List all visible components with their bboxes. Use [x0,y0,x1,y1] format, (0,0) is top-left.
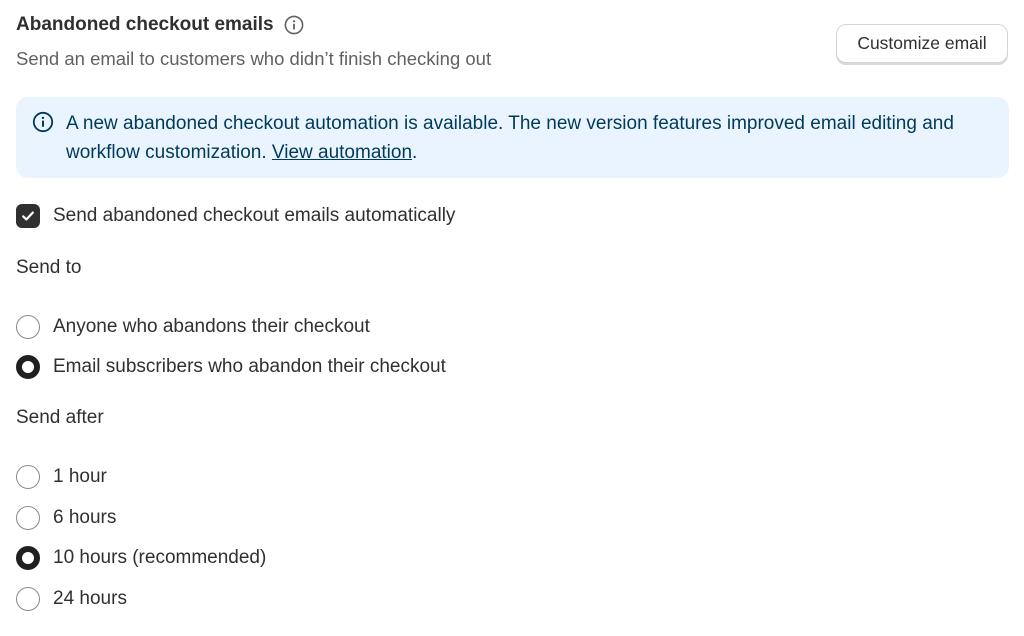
send-after-radio-10-hours[interactable] [16,546,40,570]
info-banner: A new abandoned checkout automation is a… [16,97,1009,178]
info-icon[interactable] [284,15,304,35]
auto-send-checkbox[interactable] [16,204,40,228]
send-to-option-subscribers[interactable]: Email subscribers who abandon their chec… [16,355,446,379]
banner-message: A new abandoned checkout automation is a… [66,109,989,178]
send-to-option-label: Anyone who abandons their checkout [53,316,370,337]
send-to-heading: Send to [16,257,82,278]
send-after-option-10-hours[interactable]: 10 hours (recommended) [16,546,266,570]
send-after-radio-1-hour[interactable] [16,465,40,489]
send-after-radio-24-hours[interactable] [16,587,40,611]
send-after-heading: Send after [16,407,104,428]
customize-email-button[interactable]: Customize email [836,24,1008,63]
send-after-option-label: 6 hours [53,507,117,528]
checkmark-icon [22,211,34,221]
send-after-option-1-hour[interactable]: 1 hour [16,465,107,489]
header-title-row: Abandoned checkout emails [16,14,304,36]
send-after-option-24-hours[interactable]: 24 hours [16,587,127,611]
send-after-radio-6-hours[interactable] [16,506,40,530]
info-circle-icon [32,111,54,133]
send-to-option-anyone[interactable]: Anyone who abandons their checkout [16,315,370,339]
send-after-option-label: 24 hours [53,588,127,609]
view-automation-link[interactable]: View automation [272,142,412,163]
page-subtitle: Send an email to customers who didn’t fi… [16,48,492,69]
send-after-option-label: 1 hour [53,466,107,487]
send-after-option-label: 10 hours (recommended) [53,547,267,568]
send-to-radio-subscribers[interactable] [16,355,40,379]
send-to-radio-anyone[interactable] [16,315,40,339]
page-title: Abandoned checkout emails [16,14,274,35]
send-to-option-label: Email subscribers who abandon their chec… [53,356,446,377]
banner-suffix: . [412,142,418,163]
auto-send-row[interactable]: Send abandoned checkout emails automatic… [16,204,455,228]
send-after-option-6-hours[interactable]: 6 hours [16,506,116,530]
banner-text: A new abandoned checkout automation is a… [66,113,954,163]
auto-send-label: Send abandoned checkout emails automatic… [53,205,456,226]
